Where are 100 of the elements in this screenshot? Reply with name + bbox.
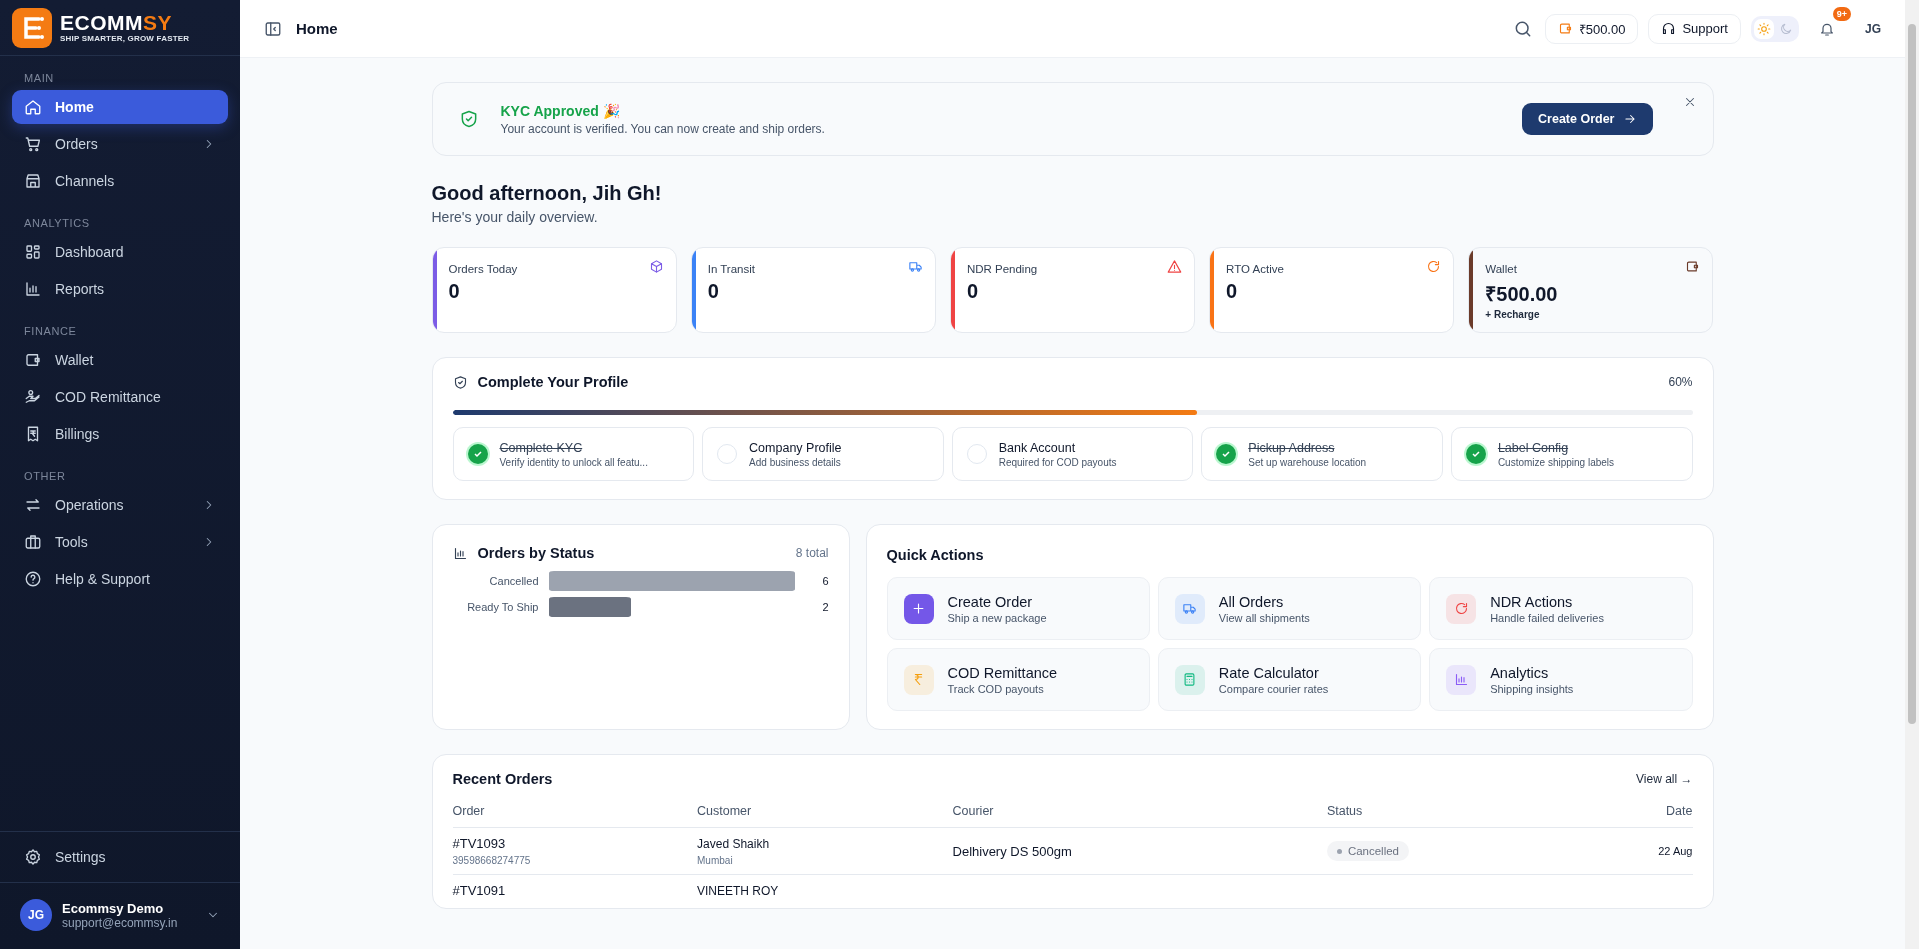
sidebar-item[interactable]: Operations [12, 488, 228, 522]
wallet-icon [24, 351, 42, 369]
wallet-balance-button[interactable]: ₹500.00 [1544, 13, 1639, 44]
page-title: Home [296, 20, 339, 37]
action-subtitle: Ship a new package [947, 611, 1047, 624]
action-subtitle: Track COD payouts [947, 682, 1045, 695]
scrollbar[interactable] [1905, 0, 1919, 949]
case-icon [24, 533, 42, 551]
stat-value: ₹500.00 [1485, 282, 1559, 307]
order-number[interactable]: #TV1093 [452, 836, 698, 851]
user-name: Ecommsy Demo [62, 900, 165, 916]
panel-icon [264, 19, 282, 38]
quick-action[interactable]: Create Order Ship a new package [886, 577, 1150, 640]
profile-step[interactable]: Complete KYC Verify identity to unlock all featu... [452, 427, 695, 481]
order-number[interactable]: #TV1091 [452, 883, 698, 898]
profile-step[interactable]: Label Config Customize shipping labels [1450, 427, 1693, 481]
action-subtitle: Compare courier rates [1218, 682, 1329, 695]
headset-icon [1661, 21, 1677, 36]
column-header: Customer [697, 795, 953, 828]
step-title: Label Config [1497, 440, 1570, 455]
column-header: Date [1584, 795, 1693, 828]
brand-name: ECOMMSY [60, 12, 173, 34]
step-title: Complete KYC [499, 440, 584, 455]
action-title: All Orders [1218, 593, 1285, 610]
stat-label: RTO Active [1226, 262, 1284, 275]
user-initials[interactable]: JG [1865, 21, 1881, 36]
truck-icon [907, 259, 923, 274]
sidebar-item[interactable]: Dashboard [12, 235, 228, 269]
stat-label: In Transit [707, 262, 755, 275]
progress-percent: 60% [1668, 375, 1693, 389]
scrollbar-thumb[interactable] [1908, 24, 1916, 724]
view-all-link[interactable]: View all → [1636, 772, 1693, 786]
chart-icon [1453, 672, 1469, 687]
sidebar-item[interactable]: Tools [12, 525, 228, 559]
chart-icon [452, 545, 468, 561]
stat-value: 0 [448, 280, 461, 303]
user-menu[interactable]: JG Ecommsy Demo support@ecommsy.in [0, 883, 240, 949]
customer-city: Mumbai [697, 854, 734, 866]
brand-tagline: SHIP SMARTER, GROW FASTER [60, 34, 190, 43]
bar-label: Cancelled [488, 575, 539, 587]
quick-action[interactable]: COD Remittance Track COD payouts [886, 648, 1150, 711]
profile-step[interactable]: Pickup Address Set up warehouse location [1201, 427, 1443, 481]
cart-icon [24, 135, 42, 153]
sidebar-item[interactable]: Reports [12, 272, 228, 306]
cube-icon [648, 259, 664, 274]
quick-action[interactable]: Rate Calculator Compare courier rates [1157, 648, 1422, 711]
sidebar-item[interactable]: Wallet [12, 343, 228, 377]
store-icon [24, 172, 42, 190]
action-title: NDR Actions [1490, 593, 1574, 610]
banner-title: KYC Approved 🎉 [500, 102, 621, 119]
moon-icon [1779, 21, 1793, 36]
column-header: Status [1326, 795, 1585, 828]
column-header: Courier [952, 795, 1327, 828]
hand-icon [24, 388, 42, 406]
step-subtitle: Verify identity to unlock all featu... [499, 456, 648, 468]
section-heading: MAIN [23, 71, 55, 86]
profile-step[interactable]: Company Profile Add business details [702, 427, 944, 481]
step-subtitle: Set up warehouse location [1248, 456, 1367, 468]
step-subtitle: Customize shipping labels [1497, 456, 1615, 468]
greeting-subtitle: Here's your daily overview. [431, 209, 599, 225]
home-icon [24, 98, 42, 116]
quick-action[interactable]: Analytics Shipping insights [1429, 648, 1693, 711]
gear-icon [24, 848, 42, 866]
logo-icon [12, 7, 52, 48]
bar-value: 6 [821, 575, 829, 587]
step-title: Pickup Address [1248, 440, 1336, 455]
chart-icon [24, 280, 42, 298]
step-title: Bank Account [998, 440, 1077, 455]
sidebar-item[interactable]: Billings [12, 417, 228, 451]
rotate-icon [1426, 259, 1442, 274]
swap-icon [24, 496, 42, 514]
create-order-button[interactable]: Create Order [1522, 103, 1653, 135]
section-heading: ANALYTICS [23, 216, 91, 231]
sidebar-item[interactable]: Orders [12, 127, 228, 161]
sidebar-item[interactable]: Channels [12, 164, 228, 198]
sidebar-item[interactable]: COD Remittance [12, 380, 228, 414]
greeting-title: Good afternoon, Jih Gh! [431, 182, 663, 205]
stat-value: 0 [966, 280, 979, 303]
action-title: Rate Calculator [1218, 664, 1320, 681]
customer-name: Javed Shaikh [697, 836, 771, 851]
quick-action[interactable]: NDR Actions Handle failed deliveries [1429, 577, 1693, 640]
action-title: Create Order [947, 593, 1034, 610]
wallet-icon [1685, 259, 1701, 274]
support-button[interactable]: Support [1648, 13, 1741, 44]
action-subtitle: Handle failed deliveries [1490, 611, 1604, 624]
action-subtitle: Shipping insights [1490, 682, 1574, 695]
settings-item[interactable]: Settings [12, 840, 228, 874]
profile-step[interactable]: Bank Account Required for COD payouts [951, 427, 1194, 481]
sun-icon [1757, 21, 1771, 36]
step-subtitle: Add business details [749, 456, 842, 468]
sidebar-item[interactable]: Help & Support [12, 562, 228, 596]
stat-label: NDR Pending [966, 262, 1038, 275]
courier-name: Delhivery DS 500gm [952, 843, 1072, 859]
notification-badge: 9+ [1832, 6, 1851, 21]
action-subtitle: View all shipments [1218, 611, 1310, 624]
recharge-link[interactable]: + Recharge [1485, 309, 1701, 320]
theme-toggle[interactable] [1751, 15, 1799, 42]
quick-action[interactable]: All Orders View all shipments [1157, 577, 1422, 640]
sidebar-item[interactable]: Home [12, 90, 228, 124]
order-id: 39598668274775 [452, 855, 532, 866]
